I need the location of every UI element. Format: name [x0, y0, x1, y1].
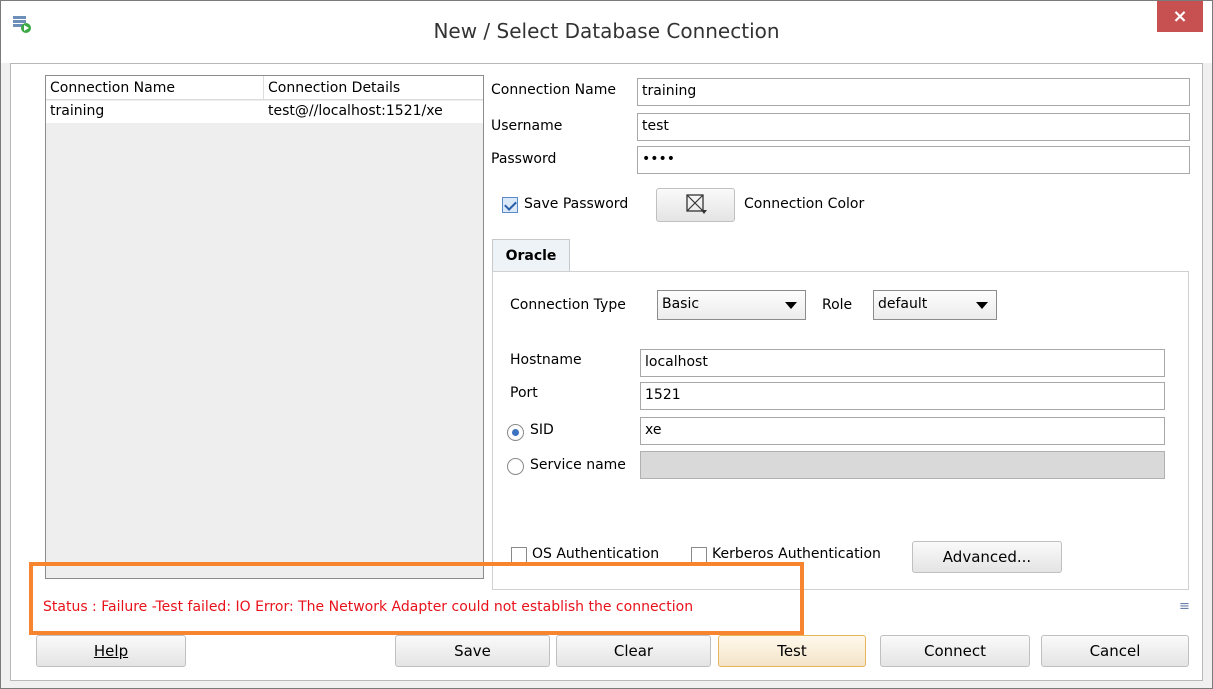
sid-radio[interactable]: [507, 424, 524, 441]
column-header-details[interactable]: Connection Details: [268, 80, 400, 96]
column-header-name[interactable]: Connection Name: [50, 80, 175, 96]
save-button-label: Save: [454, 642, 491, 660]
role-select[interactable]: default: [873, 290, 997, 320]
save-button[interactable]: Save: [395, 635, 550, 667]
username-label: Username: [491, 118, 563, 134]
connection-type-value: Basic: [662, 296, 700, 312]
status-message: Status : Failure -Test failed: IO Error:…: [43, 599, 694, 615]
test-button[interactable]: Test: [718, 635, 866, 667]
help-button-label: Help: [93, 642, 129, 660]
role-label: Role: [822, 297, 853, 313]
dialog-content: Connection Name Connection Details train…: [10, 63, 1203, 681]
chevron-down-icon: [976, 302, 988, 309]
connection-details-cell: test@//localhost:1521/xe: [268, 103, 443, 119]
clear-button-label: Clear: [613, 642, 654, 660]
connection-name-cell: training: [50, 103, 105, 119]
connection-name-field[interactable]: training: [637, 78, 1190, 106]
window-title: New / Select Database Connection: [433, 19, 780, 43]
close-button[interactable]: ×: [1157, 1, 1203, 32]
os-authentication-label: OS Authentication: [532, 546, 660, 562]
advanced-button[interactable]: Advanced...: [912, 541, 1062, 573]
sid-label: SID: [530, 422, 554, 438]
connection-type-select[interactable]: Basic: [657, 290, 806, 320]
os-authentication-checkbox[interactable]: [511, 547, 527, 563]
username-field[interactable]: test: [637, 113, 1190, 141]
connect-button-label: Connect: [923, 642, 987, 660]
connection-list[interactable]: Connection Name Connection Details train…: [45, 75, 484, 579]
kerberos-authentication-label: Kerberos Authentication: [712, 546, 881, 562]
connect-button[interactable]: Connect: [880, 635, 1030, 667]
dialog-window: New / Select Database Connection × Conne…: [0, 0, 1213, 689]
port-field[interactable]: 1521: [640, 382, 1165, 410]
connection-color-button[interactable]: [656, 188, 735, 222]
service-name-radio[interactable]: [507, 458, 524, 475]
cancel-button[interactable]: Cancel: [1041, 635, 1189, 667]
title-bar: New / Select Database Connection ×: [1, 1, 1212, 63]
connection-list-header: Connection Name Connection Details: [46, 76, 483, 100]
column-divider[interactable]: [263, 76, 264, 100]
service-name-label: Service name: [530, 457, 626, 473]
connection-type-label: Connection Type: [510, 297, 626, 313]
password-label: Password: [491, 151, 557, 167]
port-label: Port: [510, 385, 538, 401]
connection-name-label: Connection Name: [491, 82, 616, 98]
chevron-down-icon: [785, 302, 797, 309]
connection-color-label: Connection Color: [744, 196, 865, 212]
color-picker-icon: [685, 194, 707, 214]
role-value: default: [878, 296, 928, 312]
hostname-field[interactable]: localhost: [640, 349, 1165, 377]
save-password-checkbox[interactable]: [502, 197, 518, 213]
close-icon: ×: [1172, 6, 1188, 27]
tab-oracle[interactable]: Oracle: [492, 239, 570, 272]
list-icon[interactable]: ≡: [1179, 599, 1190, 614]
hostname-label: Hostname: [510, 352, 582, 368]
password-field[interactable]: ••••: [637, 146, 1190, 174]
kerberos-authentication-checkbox[interactable]: [691, 547, 707, 563]
service-name-field[interactable]: [640, 451, 1165, 479]
help-button[interactable]: Help: [36, 635, 186, 667]
test-button-label: Test: [777, 642, 807, 660]
sid-field[interactable]: xe: [640, 417, 1165, 445]
cancel-button-label: Cancel: [1089, 642, 1141, 660]
table-row[interactable]: training test@//localhost:1521/xe: [46, 101, 483, 123]
clear-button[interactable]: Clear: [556, 635, 711, 667]
save-password-label: Save Password: [524, 196, 629, 212]
